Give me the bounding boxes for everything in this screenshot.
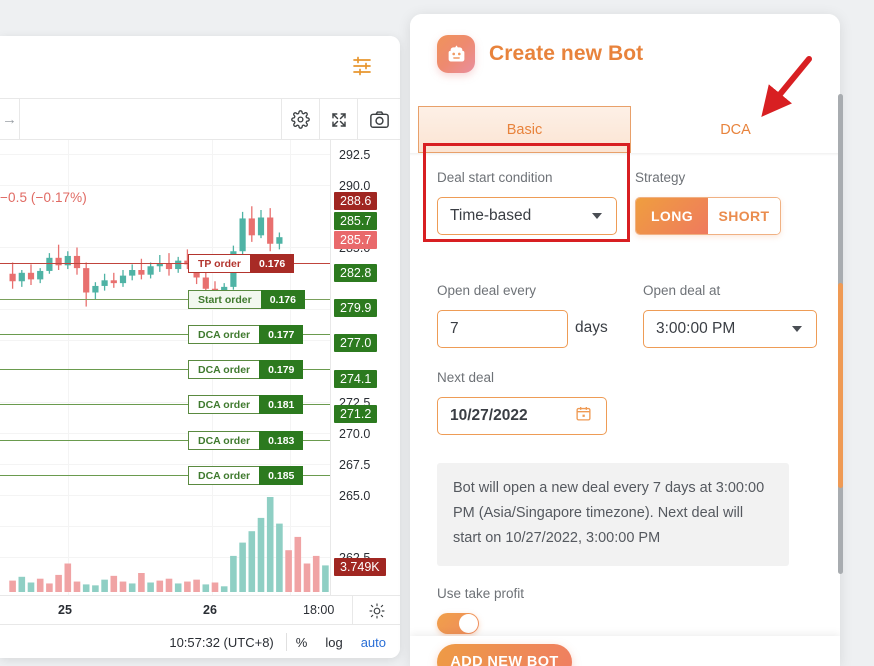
chart-toolbar: → [0,98,400,140]
price-tick: 290.0 [339,179,371,193]
strategy-toggle-group: LONG SHORT [635,197,781,235]
calendar-icon[interactable] [575,405,592,427]
order-tag-value: 0.179 [259,360,304,379]
order-tag[interactable]: DCA order 0.185 [188,466,304,485]
order-tag-value: 0.185 [259,466,304,485]
order-tag-label: DCA order [188,466,260,485]
time-tick: 25 [58,603,72,617]
chevron-down-icon [592,213,602,219]
price-tick: 292.5 [339,148,371,162]
deal-start-condition-select[interactable]: Time-based [437,197,617,235]
price-tick: 270.0 [339,427,371,441]
price-badge-dca: 279.9 [334,299,378,317]
percent-scale-button[interactable]: % [287,635,317,650]
chart-footer: 10:57:32 (UTC+8) % log auto [0,626,400,658]
panel-scrollbar-thumb[interactable] [838,283,843,488]
time-tick: 18:00 [303,603,335,617]
chart-top-toolbar [0,36,400,98]
info-message: Bot will open a new deal every 7 days at… [437,463,789,566]
next-deal-date-value: 10/27/2022 [450,407,528,424]
order-tag-label: DCA order [188,325,260,344]
chart-clock: 10:57:32 (UTC+8) [169,634,274,650]
strategy-label: Strategy [635,170,686,185]
tab-basic[interactable]: Basic [418,106,631,153]
price-tick: 267.5 [339,458,371,472]
price-badge-dca: 271.2 [334,405,378,423]
order-tag-label: DCA order [188,395,260,414]
toggle-knob [459,614,478,633]
sliders-icon[interactable] [351,56,373,81]
form-fields: Deal start condition Time-based Strategy… [410,156,840,636]
auto-scale-button[interactable]: auto [352,635,400,650]
price-badge-dca: 282.8 [334,264,378,282]
price-badge-start: 285.7 [334,231,378,249]
panel-header: Create new Bot [410,14,840,91]
price-axis[interactable]: 292.5 290.0 285.0 275.0 272.5 270.0 267.… [330,140,400,595]
open-deal-every-input[interactable]: 7 [437,310,568,348]
price-badge-last: 285.7 [334,212,378,230]
trading-chart-panel: → −0.5 (−0.17%) TP order 0.176 Start ord… [0,36,400,658]
order-tag[interactable]: DCA order 0.181 [188,395,304,414]
order-tag-value: 0.177 [259,325,304,344]
days-unit-label: days [575,319,608,336]
open-deal-every-value: 7 [450,320,459,337]
use-take-profit-label: Use take profit [437,586,525,601]
deal-start-condition-value: Time-based [450,207,532,224]
page-title: Create new Bot [489,42,644,65]
tab-bar: Basic DCA [410,106,840,153]
order-tag-label: DCA order [188,360,260,379]
time-tick: 26 [203,603,217,617]
log-scale-button[interactable]: log [316,635,351,650]
toolbar-empty-area [20,99,282,140]
price-badge-tp: 288.6 [334,192,378,210]
use-take-profit-toggle[interactable] [437,613,479,634]
add-new-bot-button[interactable]: ADD NEW BOT [437,644,572,666]
order-tag-label: DCA order [188,431,260,450]
chevron-down-icon [792,326,802,332]
order-tag[interactable]: TP order 0.176 [188,254,295,273]
order-tag-value: 0.176 [249,254,295,273]
volume-badge: 3.749K [334,558,386,576]
gear-icon[interactable] [282,99,320,140]
order-tag[interactable]: Start order 0.176 [188,290,305,309]
fullscreen-icon[interactable] [320,99,358,140]
strategy-short-button[interactable]: SHORT [708,198,780,234]
order-tag-label: Start order [188,290,261,309]
tab-dca[interactable]: DCA [631,106,840,153]
order-tag[interactable]: DCA order 0.179 [188,360,304,379]
order-tag[interactable]: DCA order 0.183 [188,431,304,450]
order-tag-value: 0.176 [260,290,305,309]
app-root: → −0.5 (−0.17%) TP order 0.176 Start ord… [0,0,874,666]
open-deal-every-label: Open deal every [437,283,537,298]
strategy-long-button[interactable]: LONG [636,198,708,234]
create-bot-panel: Create new Bot Basic DCA Deal start cond… [410,14,840,666]
deal-start-condition-label: Deal start condition [437,170,553,185]
go-to-latest-icon[interactable]: → [0,99,20,140]
price-badge-dca: 274.1 [334,370,378,388]
time-axis[interactable]: 25 26 18:00 [0,595,400,625]
open-deal-at-value: 3:00:00 PM [656,320,736,337]
order-tag-value: 0.183 [259,431,304,450]
next-deal-label: Next deal [437,370,495,385]
panel-footer: ADD NEW BOT [410,636,840,666]
sun-icon[interactable] [352,596,400,625]
camera-icon[interactable] [358,99,400,140]
order-tag-label: TP order [188,254,250,273]
open-deal-at-select[interactable]: 3:00:00 PM [643,310,817,348]
order-tag[interactable]: DCA order 0.177 [188,325,304,344]
order-tag-value: 0.181 [259,395,304,414]
price-badge-dca: 277.0 [334,334,378,352]
robot-icon [437,35,475,73]
price-tick: 265.0 [339,489,371,503]
next-deal-date-input[interactable]: 10/27/2022 [437,397,607,435]
open-deal-at-label: Open deal at [643,283,721,298]
